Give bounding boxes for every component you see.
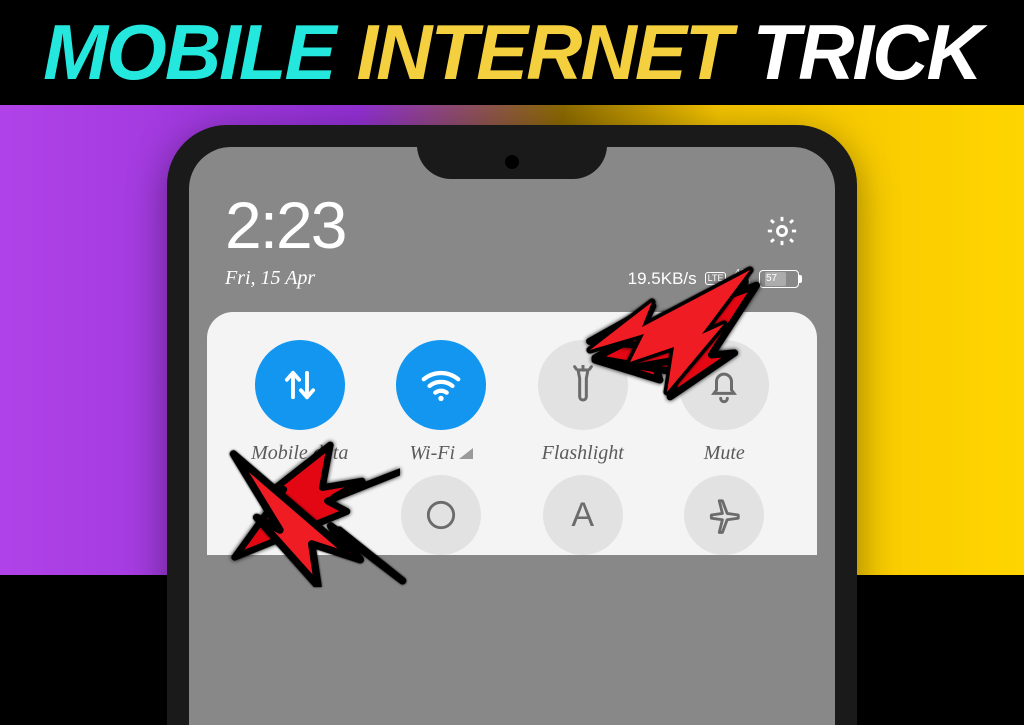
status-date: Fri, 15 Apr: [225, 267, 315, 290]
battery-indicator: 57: [759, 270, 799, 288]
wifi-signal-icon: [459, 448, 473, 459]
qs-label: Wi-Fi: [409, 442, 473, 465]
letter-a-icon: A: [543, 475, 623, 555]
title-word-2: INTERNET: [357, 7, 731, 98]
red-arrow-bottom: [225, 432, 410, 592]
mobile-data-icon: [255, 340, 345, 430]
qs-auto-brightness[interactable]: A: [512, 475, 654, 555]
settings-icon[interactable]: [765, 187, 799, 263]
qs-label: Flashlight: [542, 442, 624, 465]
phone-frame: 2:23 Fri, 15 Apr 19.5KB/s LTE 4G▮▮▯ 57: [167, 125, 857, 725]
phone-notch: [417, 147, 607, 179]
thumbnail-title: MOBILE INTERNET TRICK: [0, 0, 1024, 105]
red-arrow-top: [582, 262, 757, 402]
qs-label: Mute: [704, 442, 745, 465]
wifi-icon: [396, 340, 486, 430]
title-word-3: TRICK: [753, 7, 981, 98]
title-word-1: MOBILE: [43, 7, 334, 98]
circle-icon: [401, 475, 481, 555]
status-time: 2:23: [225, 187, 345, 263]
qs-airplane[interactable]: [654, 475, 796, 555]
airplane-icon: [684, 475, 764, 555]
